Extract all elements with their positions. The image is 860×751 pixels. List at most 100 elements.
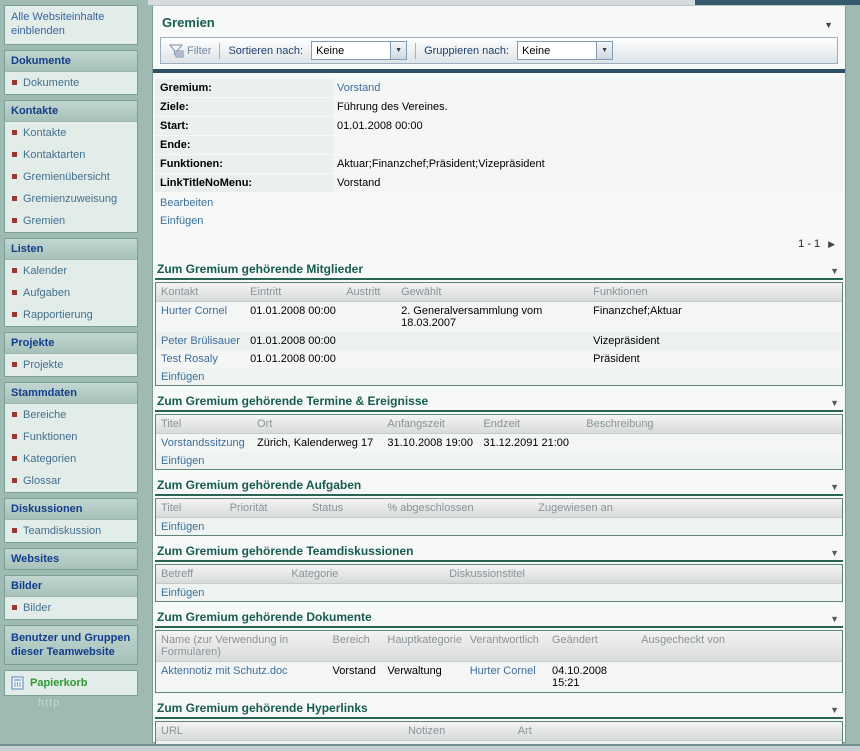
bullet-icon [12, 268, 17, 273]
sidebar-item-funktionen[interactable]: Funktionen [5, 426, 137, 448]
person-link[interactable]: Hurter Cornel [470, 665, 536, 677]
sidebar-item-kontaktarten[interactable]: Kontaktarten [5, 144, 137, 166]
sidebar-item-gremienuebersicht[interactable]: Gremienübersicht [5, 166, 137, 188]
sidebar-item-label: Kategorien [23, 453, 76, 465]
section-menu-arrow-icon[interactable]: ▼ [830, 482, 841, 492]
cell [341, 302, 396, 332]
column-header[interactable]: URL [156, 722, 403, 740]
column-header[interactable]: % abgeschlossen [382, 499, 533, 517]
sidebar-item-gremienzuweisung[interactable]: Gremienzuweisung [5, 188, 137, 210]
document-link[interactable]: Aktennotiz mit Schutz.doc [161, 665, 288, 677]
section-menu-arrow-icon[interactable]: ▼ [830, 705, 841, 715]
section-menu-arrow-icon[interactable]: ▼ [830, 614, 841, 624]
column-header[interactable]: Gewählt [396, 283, 588, 301]
sidebar-header-projekte[interactable]: Projekte [5, 333, 137, 354]
contact-link[interactable]: Test Rosaly [161, 353, 218, 365]
column-header[interactable]: Status [307, 499, 382, 517]
sidebar-header-dokumente[interactable]: Dokumente [5, 51, 137, 72]
event-link[interactable]: Vorstandssitzung [161, 437, 245, 449]
filter-icon [169, 44, 184, 58]
column-header[interactable]: Ort [252, 415, 382, 433]
filter-button[interactable]: Filter [169, 44, 211, 58]
column-header[interactable]: Zugewiesen an [533, 499, 842, 517]
sidebar-item-label: Dokumente [23, 77, 79, 89]
sidebar-header-diskussionen[interactable]: Diskussionen [5, 499, 137, 520]
field-value: 01.01.2008 00:00 [333, 117, 843, 135]
insert-link[interactable]: Einfügen [156, 452, 842, 469]
column-header[interactable]: Anfangszeit [382, 415, 478, 433]
sidebar-item-dokumente[interactable]: Dokumente [5, 72, 137, 94]
group-by-select[interactable]: Keine ▼ [517, 41, 613, 60]
column-header[interactable]: Name (zur Verwendung in Formularen) [156, 631, 328, 661]
section-title-hyperlinks: Zum Gremium gehörende Hyperlinks [157, 701, 368, 715]
webpart-panel: Gremien ▼ Filter Sortieren nach: Keine ▼… [152, 5, 846, 743]
column-header[interactable]: Hauptkategorie [382, 631, 464, 661]
field-label: LinkTitleNoMenu: [155, 174, 333, 192]
sidebar-header-listen[interactable]: Listen [5, 239, 137, 260]
column-header[interactable]: Titel [156, 415, 252, 433]
group-by-value: Keine [522, 45, 550, 57]
sidebar-item-glossar[interactable]: Glossar [5, 470, 137, 492]
gremium-value-link[interactable]: Vorstand [337, 82, 380, 94]
toolbar-separator [219, 43, 220, 59]
sidebar-link-users-groups[interactable]: Benutzer und Gruppen dieser Teamwebsite [5, 626, 137, 665]
column-header[interactable]: Betreff [156, 565, 286, 583]
sidebar-link-all-site-content[interactable]: Alle Websiteinhalte einblenden [5, 6, 137, 44]
column-header[interactable]: Notizen [403, 722, 513, 740]
column-header[interactable]: Austritt [341, 283, 396, 301]
sidebar-item-label: Gremien [23, 215, 65, 227]
column-header[interactable]: Geändert [547, 631, 636, 661]
chevron-down-icon: ▼ [390, 42, 406, 59]
cell [341, 332, 396, 350]
column-header[interactable]: Titel [156, 499, 225, 517]
sidebar-item-projekte[interactable]: Projekte [5, 354, 137, 376]
sidebar-item-bilder[interactable]: Bilder [5, 597, 137, 619]
sidebar-item-kategorien[interactable]: Kategorien [5, 448, 137, 470]
column-header[interactable]: Priorität [225, 499, 307, 517]
insert-link[interactable]: Einfügen [156, 518, 842, 535]
sidebar-item-kalender[interactable]: Kalender [5, 260, 137, 282]
sidebar-item-teamdiskussion[interactable]: Teamdiskussion [5, 520, 137, 542]
sidebar-item-gremien[interactable]: Gremien [5, 210, 137, 232]
column-header[interactable]: Ausgecheckt von [636, 631, 842, 661]
sidebar-item-kontakte[interactable]: Kontakte [5, 122, 137, 144]
contact-link[interactable]: Peter Brülisauer [161, 335, 240, 347]
column-header[interactable]: Kontakt [156, 283, 245, 301]
column-header[interactable]: Beschreibung [581, 415, 842, 433]
column-header[interactable]: Diskussionstitel [444, 565, 842, 583]
table-row: Aktennotiz mit Schutz.doc Vorstand Verwa… [156, 662, 842, 692]
sidebar-item-aufgaben[interactable]: Aufgaben [5, 282, 137, 304]
next-page-icon[interactable]: ▶ [828, 239, 835, 250]
contact-link[interactable]: Hurter Cornel [161, 305, 227, 317]
column-header[interactable]: Verantwortlich [465, 631, 547, 661]
column-header[interactable]: Funktionen [588, 283, 842, 301]
bullet-icon [12, 362, 17, 367]
column-header[interactable]: Kategorie [286, 565, 444, 583]
insert-link[interactable]: Einfügen [156, 368, 842, 385]
sort-by-select[interactable]: Keine ▼ [311, 41, 407, 60]
sort-by-label: Sortieren nach: [228, 45, 303, 57]
sidebar-link-recycle-bin[interactable]: Papierkorb [5, 671, 137, 695]
list-toolbar: Filter Sortieren nach: Keine ▼ Gruppiere… [160, 37, 838, 64]
webpart-menu-arrow-icon[interactable]: ▼ [822, 20, 835, 30]
column-header[interactable]: Endzeit [478, 415, 581, 433]
section-menu-arrow-icon[interactable]: ▼ [830, 548, 841, 558]
column-header[interactable]: Art [513, 722, 842, 740]
sidebar-header-kontakte[interactable]: Kontakte [5, 101, 137, 122]
sidebar-header-websites[interactable]: Websites [5, 549, 137, 569]
sidebar-header-stammdaten[interactable]: Stammdaten [5, 383, 137, 404]
sidebar-item-bereiche[interactable]: Bereiche [5, 404, 137, 426]
cell: Vizepräsident [588, 332, 842, 350]
edit-link[interactable]: Bearbeiten [155, 193, 843, 211]
bullet-icon [12, 218, 17, 223]
sidebar-header-bilder[interactable]: Bilder [5, 576, 137, 597]
section-menu-arrow-icon[interactable]: ▼ [830, 266, 841, 276]
insert-link[interactable]: Einfügen [155, 211, 843, 229]
sidebar-item-rapportierung[interactable]: Rapportierung [5, 304, 137, 326]
cell: Zürich, Kalenderweg 17 [252, 434, 382, 452]
column-header[interactable]: Eintritt [245, 283, 341, 301]
column-header[interactable]: Bereich [328, 631, 383, 661]
form-row: Ende: [155, 136, 843, 154]
section-menu-arrow-icon[interactable]: ▼ [830, 398, 841, 408]
insert-link[interactable]: Einfügen [156, 584, 842, 601]
